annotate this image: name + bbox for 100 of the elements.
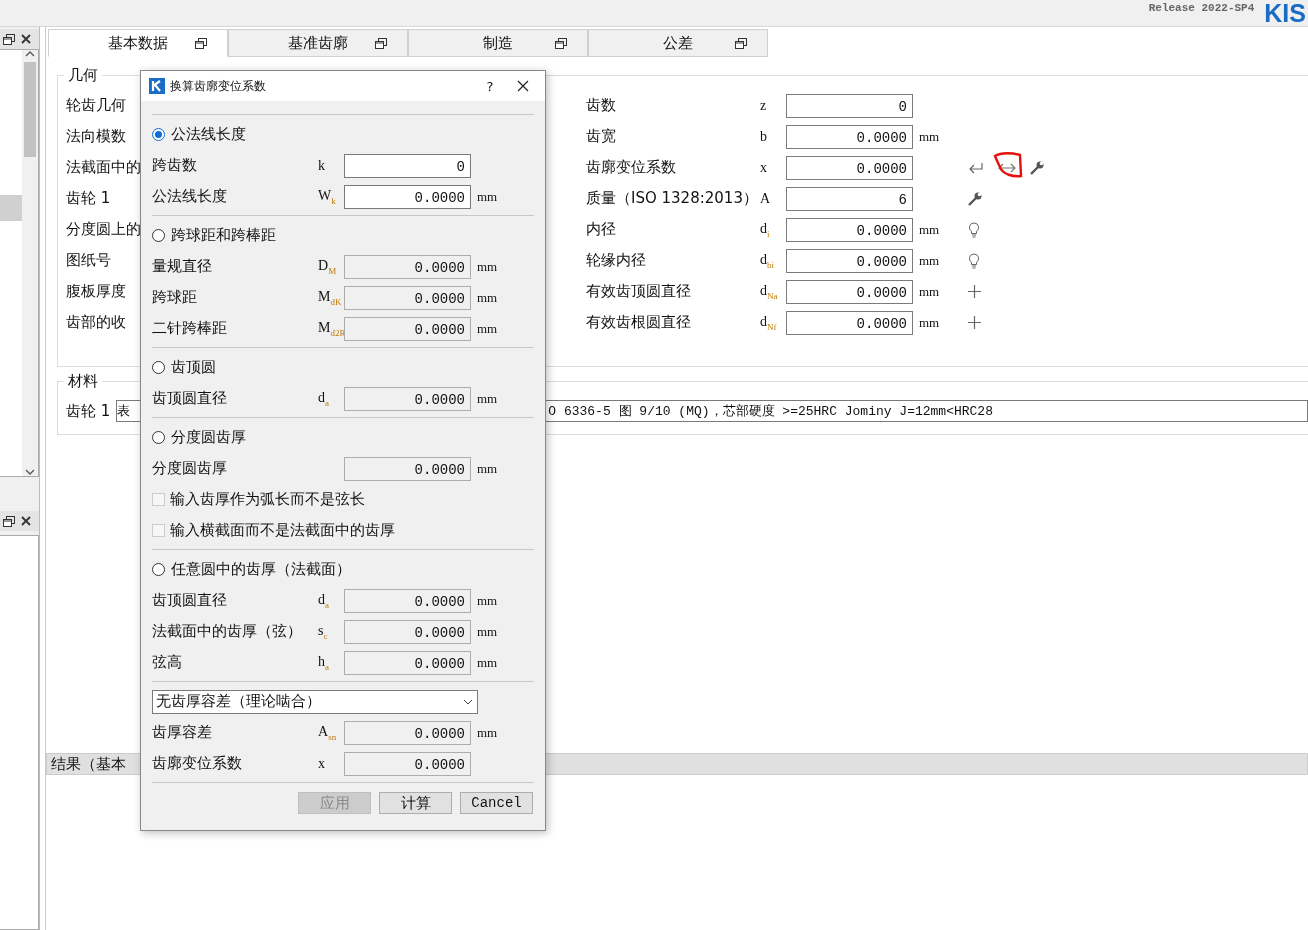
radio-label: 分度圆齿厚 (171, 428, 246, 447)
scroll-thumb[interactable] (24, 62, 36, 157)
tab[interactable]: 基本数据 (48, 29, 228, 57)
radio-button[interactable] (152, 431, 165, 444)
field-label: 轮缘内径 (586, 251, 647, 270)
help-button[interactable]: ? (471, 78, 509, 94)
text-field[interactable]: 0.0000 (344, 184, 471, 209)
text-field[interactable]: 0 (786, 93, 913, 118)
radio-label: 任意圆中的齿厚（法截面） (171, 560, 351, 579)
restore-icon[interactable] (3, 33, 15, 45)
unit-label: mm (476, 592, 499, 609)
app-icon (149, 78, 165, 94)
restore-icon[interactable] (3, 515, 15, 527)
radio-label: 公法线长度 (171, 125, 246, 144)
field-label: 腹板厚度 (66, 282, 126, 301)
return-arrow-icon[interactable] (968, 161, 984, 174)
field-label: 齿顶圆直径 (152, 591, 228, 610)
text-field[interactable]: 0.0000 (786, 248, 913, 273)
symbol-label: d$_{Nf}$ (760, 313, 778, 332)
unit-label: mm (476, 654, 499, 671)
dialog-button[interactable]: 计算 (379, 792, 452, 814)
symbol-label: A (760, 190, 772, 207)
scroll-down-icon[interactable] (25, 468, 35, 476)
symbol-label: d$_{i}$ (760, 220, 771, 239)
text-field[interactable]: 0.0000 (786, 310, 913, 335)
dropdown[interactable]: 无齿厚容差（理论啮合） (152, 689, 478, 714)
scrollbar[interactable] (22, 50, 38, 476)
field-label: 齿数 (586, 96, 617, 115)
chevron-down-icon (463, 698, 473, 705)
wrench-icon[interactable] (968, 191, 982, 206)
field-label: 弦高 (152, 653, 183, 672)
symbol-label: M$_{dK}$ (318, 288, 343, 307)
symbol-label: b (760, 128, 768, 145)
symbol-label: x (318, 755, 326, 772)
field-label: 轮齿几何 (66, 96, 126, 115)
release-label: Release 2022-SP4 (1148, 2, 1255, 14)
symbol-label: x (760, 159, 768, 176)
field-label: 齿部的收 (66, 313, 126, 332)
field-label: 法截面中的 (66, 158, 141, 177)
group-title: 材料 (64, 372, 102, 390)
group-title: 几何 (64, 66, 102, 84)
lightbulb-icon[interactable] (968, 221, 980, 238)
scroll-up-icon[interactable] (25, 50, 35, 58)
symbol-label: s$_{c}$ (318, 622, 329, 641)
close-icon[interactable] (517, 80, 529, 92)
wrench-icon[interactable] (1030, 160, 1044, 175)
radio-button[interactable] (152, 563, 165, 576)
field-label: 齿轮 1 (66, 189, 111, 208)
restore-icon[interactable] (195, 38, 207, 49)
double-arrow-icon[interactable] (998, 162, 1016, 173)
symbol-label: h$_{a}$ (318, 653, 330, 672)
field-label: 齿厚容差 (152, 723, 213, 742)
radio-button[interactable] (152, 229, 165, 242)
symbol-label: k (318, 157, 326, 174)
field-label: 图纸号 (66, 251, 111, 270)
close-icon[interactable] (21, 34, 31, 44)
checkbox-label: 输入齿厚作为弧长而不是弦长 (170, 490, 365, 509)
unit-label: mm (918, 283, 941, 300)
window-title: 换算齿廓变位系数 (170, 77, 267, 95)
unit-label: mm (476, 320, 499, 337)
field-label: 量规直径 (152, 257, 213, 276)
restore-icon[interactable] (735, 38, 747, 49)
symbol-label: A$_{sn}$ (318, 723, 338, 742)
symbol-label: d$_{Na}$ (760, 282, 779, 301)
field-label: 内径 (586, 220, 617, 239)
field-label: 齿宽 (586, 127, 617, 146)
field-label: 分度圆齿厚 (152, 459, 228, 478)
field-label: 二针跨棒距 (152, 319, 228, 338)
restore-icon[interactable] (555, 38, 567, 49)
plus-icon[interactable] (968, 316, 981, 329)
radio-button[interactable] (152, 128, 165, 141)
restore-icon[interactable] (375, 38, 387, 49)
text-field[interactable]: 6 (786, 186, 913, 211)
checkbox-label: 输入横截面而不是法截面中的齿厚 (170, 521, 395, 540)
unit-label: mm (476, 188, 499, 205)
field-label: 法向模数 (66, 127, 126, 146)
radio-label: 齿顶圆 (171, 358, 216, 377)
plus-icon[interactable] (968, 285, 981, 298)
unit-label: mm (476, 258, 499, 275)
dialog-button[interactable]: Cancel (460, 792, 533, 814)
field-label: 公法线长度 (152, 187, 228, 206)
tab[interactable]: 制造 (408, 29, 588, 57)
tab[interactable]: 基准齿廓 (228, 29, 408, 57)
text-field[interactable]: 0.0000 (786, 155, 913, 180)
radio-button[interactable] (152, 361, 165, 374)
lightbulb-icon[interactable] (968, 252, 980, 269)
field-label: 分度圆上的 (66, 220, 141, 239)
field-label: 有效齿根圆直径 (586, 313, 692, 332)
symbol-label: D$_{M}$ (318, 257, 338, 276)
text-field[interactable]: 0.0000 (786, 217, 913, 242)
panel-title: 结果（基本 (51, 754, 126, 774)
text-field[interactable]: 0.0000 (786, 279, 913, 304)
symbol-label: d$_{bi}$ (760, 251, 775, 270)
field-label: 质量（ISO 1328:2013） (586, 189, 759, 208)
tab[interactable]: 公差 (588, 29, 768, 57)
close-icon[interactable] (21, 516, 31, 526)
text-field[interactable]: 0 (344, 153, 471, 178)
radio-label: 跨球距和跨棒距 (171, 226, 276, 245)
symbol-label: d$_{a}$ (318, 591, 330, 610)
text-field[interactable]: 0.0000 (786, 124, 913, 149)
